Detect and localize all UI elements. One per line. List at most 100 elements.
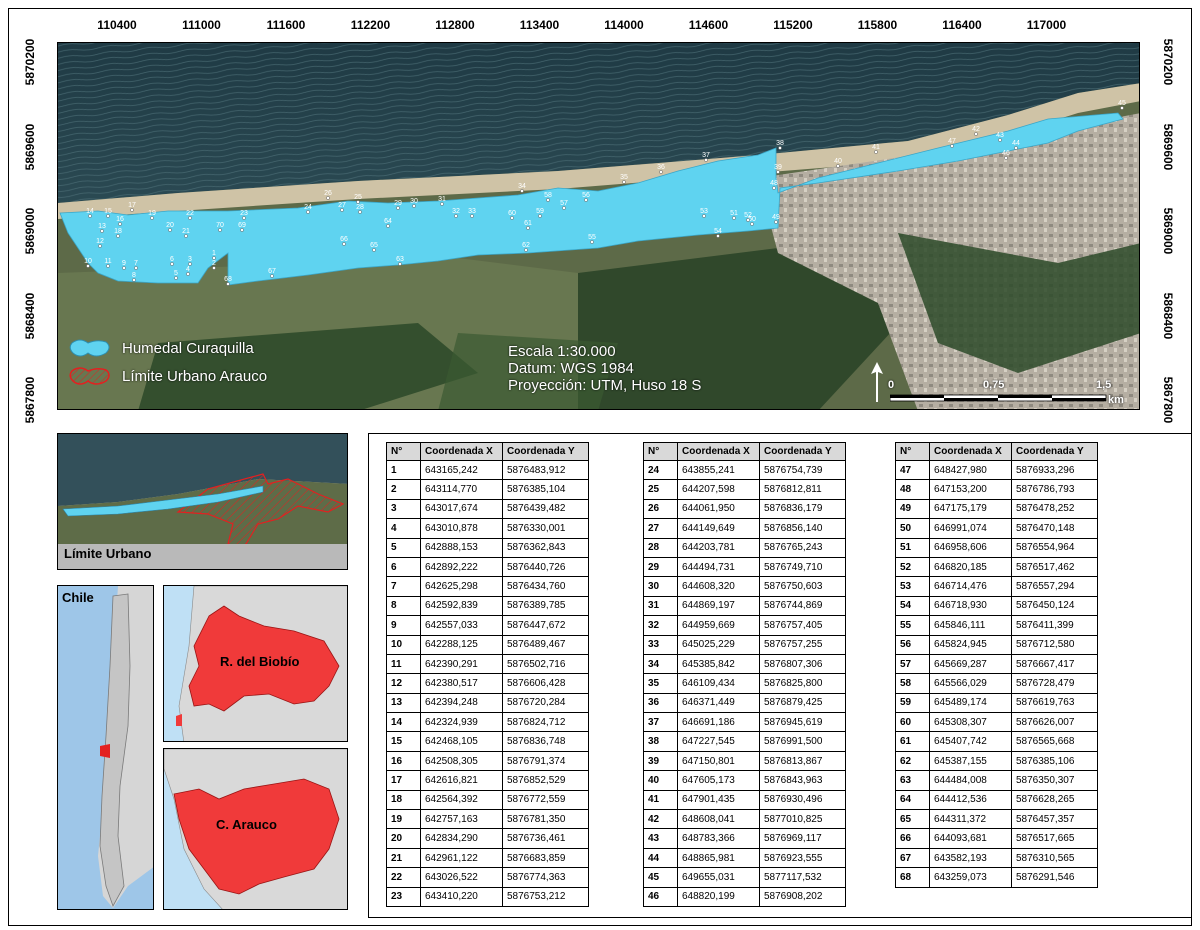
point-number: 58 [895,673,930,694]
coordinate-y: 5876836,748 [502,731,589,752]
coordinate-y: 5876749,710 [759,556,846,578]
point-number: 45 [643,867,678,888]
coordinate-y: 5876836,179 [759,498,846,520]
y-tick-left-5869000: 5869000 [23,207,37,255]
table-row: 22 643026,522 5876774,363 [386,867,589,888]
table-header-number: N° [895,442,930,461]
coordinate-x: 645407,742 [929,731,1012,752]
point-number: 49 [895,498,930,520]
table-row: 21 642961,122 5876683,859 [386,847,589,869]
coordinate-y: 5876930,496 [759,789,846,811]
table-row: 11 642390,291 5876502,716 [386,653,589,675]
point-number: 5 [386,537,421,558]
coordinate-x: 643114,770 [420,479,503,500]
point-number: 27 [643,518,678,539]
vertex-label-24: 24 [304,204,312,211]
coordinate-y: 5876628,265 [1011,789,1098,811]
table-row: 17 642616,821 5876852,529 [386,770,589,791]
vertex-label-11: 11 [104,258,111,265]
vertex-label-13: 13 [98,223,106,230]
y-tick-left-5868400: 5868400 [23,292,37,339]
vertex-label-41: 41 [872,144,880,151]
vertex-label-12: 12 [96,238,104,245]
urban-limit-legend-icon [69,367,110,385]
point-number: 38 [643,731,678,752]
map-datum-text: Datum: WGS 1984 [508,360,634,377]
coordinate-y: 5876411,399 [1011,615,1098,636]
coordinate-x: 645385,842 [677,653,760,675]
table-row: 35 646109,434 5876825,800 [643,673,846,694]
x-tick-top-116400: 116400 [942,18,982,32]
coordinate-y: 5876812,811 [759,479,846,500]
vertex-label-25: 25 [354,194,362,201]
coordinate-y: 5876754,739 [759,459,846,481]
point-number: 29 [643,556,678,578]
table-row: 46 648820,199 5876908,202 [643,886,846,907]
vertex-label-22: 22 [186,210,194,217]
table-row: 4 643010,878 5876330,001 [386,518,589,539]
coordinate-x: 645308,307 [929,712,1012,733]
point-number: 26 [643,498,678,520]
inset-chile: Chile [57,585,154,910]
table-row: 19 642757,163 5876781,350 [386,809,589,830]
vertex-label-67: 67 [268,268,276,275]
table-row: 8 642592,839 5876389,785 [386,595,589,617]
vertex-label-9: 9 [122,260,126,267]
point-number: 66 [895,828,930,849]
vertex-label-69: 69 [238,222,246,229]
table-row: 20 642834,290 5876736,461 [386,828,589,849]
coordinate-x: 644061,950 [677,498,760,520]
table-row: 24 643855,241 5876754,739 [643,459,846,481]
coordinate-x: 648427,980 [929,459,1012,481]
vertex-label-2: 2 [212,260,216,267]
table-row: 18 642564,392 5876772,559 [386,789,589,811]
vertex-label-44: 44 [1012,140,1020,147]
coordinate-y: 5876791,374 [502,750,589,772]
scalebar-label-mid: 0,75 [983,379,1005,391]
point-number: 35 [643,673,678,694]
scalebar-unit: km [1108,394,1124,406]
vertex-label-70: 70 [216,222,224,229]
vertex-label-58: 58 [544,192,552,199]
coordinate-x: 646718,930 [929,595,1012,617]
legend-item-wetland: Humedal Curaquilla [68,334,267,362]
coordinate-y: 5876757,255 [759,634,846,655]
coordinate-x: 644093,681 [929,828,1012,849]
y-tick-right-5869600: 5869600 [1161,123,1175,170]
coordinate-x: 642834,290 [420,828,503,849]
inset-arauco-label: C. Arauco [216,817,277,832]
coordinate-y: 5876908,202 [759,886,846,907]
vertex-label-37: 37 [702,152,710,159]
x-tick-top-110400: 110400 [97,18,137,32]
vertex-label-66: 66 [340,236,348,243]
coordinate-y: 5876447,672 [502,615,589,636]
vertex-label-36: 36 [657,164,665,171]
table-row: 42 648608,041 5877010,825 [643,809,846,830]
vertex-label-39: 39 [774,164,782,171]
point-number: 21 [386,847,421,869]
table-row: 63 644484,008 5876350,307 [895,770,1098,791]
vertex-label-35: 35 [620,174,628,181]
point-number: 15 [386,731,421,752]
x-tick-top-112800: 112800 [435,18,475,32]
table-row: 59 645489,174 5876619,763 [895,692,1098,714]
y-tick-left-5870200: 5870200 [23,38,37,86]
point-number: 33 [643,634,678,655]
coordinate-x: 645846,111 [929,615,1012,636]
scalebar-label-max: 1,5 [1096,379,1112,391]
vertex-label-27: 27 [338,202,346,209]
point-number: 12 [386,673,421,694]
coordinate-x: 644207,598 [677,479,760,500]
table-row: 58 645566,029 5876728,479 [895,673,1098,694]
vertex-label-48: 48 [770,180,778,187]
vertex-label-68: 68 [224,276,232,283]
coordinate-y: 5876489,467 [502,634,589,655]
vertex-label-1: 1 [212,250,216,257]
table-row: 60 645308,307 5876626,007 [895,712,1098,733]
table-row: 26 644061,950 5876836,179 [643,498,846,520]
coordinate-y: 5876786,793 [1011,479,1098,500]
point-number: 13 [386,692,421,714]
coordinate-x: 645387,155 [929,750,1012,772]
coordinate-y: 5876291,546 [1011,867,1098,888]
coordinate-y: 5876879,425 [759,692,846,714]
